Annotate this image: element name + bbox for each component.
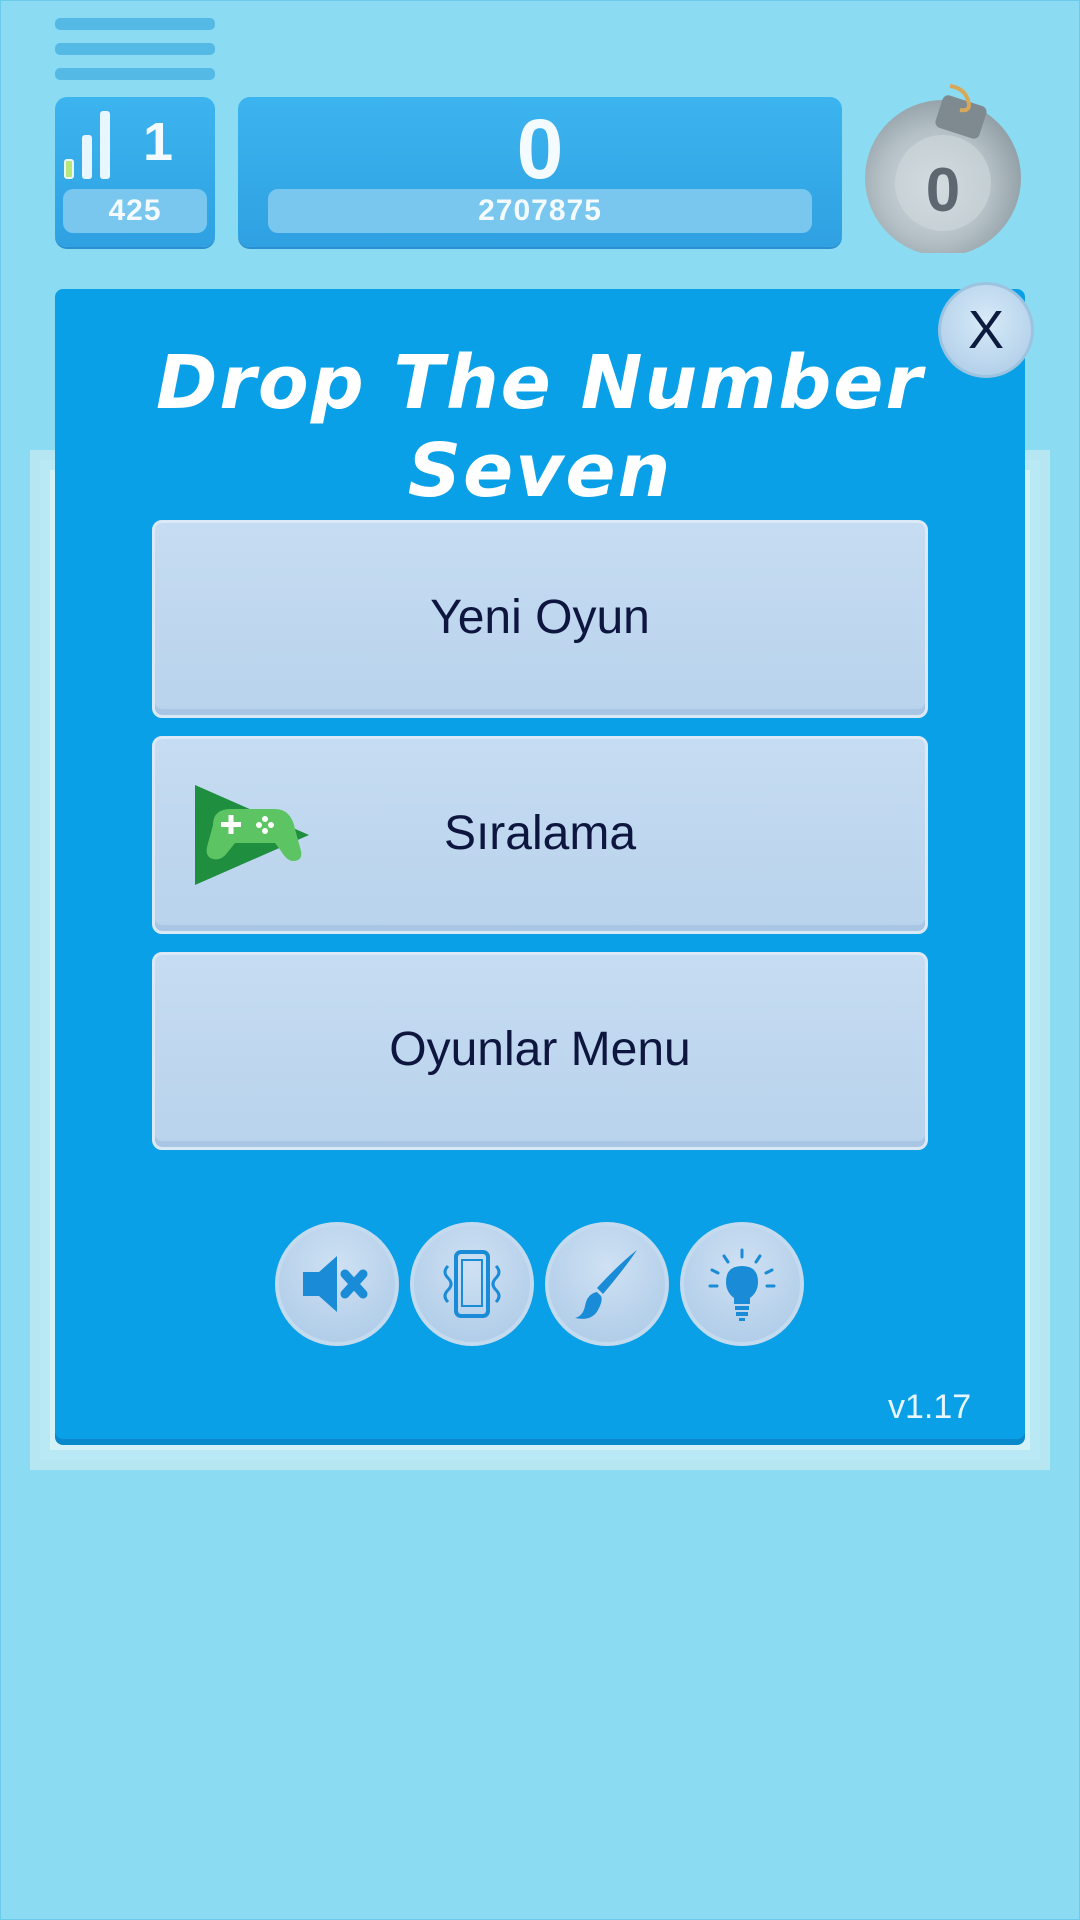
games-menu-label: Oyunlar Menu — [389, 1023, 691, 1076]
lightbulb-icon — [708, 1248, 776, 1321]
theme-button[interactable] — [545, 1222, 669, 1346]
hamburger-menu-icon[interactable] — [55, 18, 215, 82]
leaderboard-label: Sıralama — [443, 807, 637, 860]
game-title: Drop The Number Seven — [55, 339, 1025, 515]
vibration-icon — [443, 1250, 501, 1318]
score-panel: 0 2707875 — [238, 97, 842, 247]
sound-toggle-button[interactable] — [275, 1222, 399, 1346]
best-score: 2707875 — [268, 189, 812, 233]
leaderboard-button[interactable]: Sıralama — [152, 736, 928, 934]
version-label: v1.17 — [888, 1388, 972, 1426]
bomb-count: 0 — [925, 156, 961, 225]
game-title-line-2: Seven — [407, 428, 673, 514]
new-game-button[interactable]: Yeni Oyun — [152, 520, 928, 718]
new-game-label: Yeni Oyun — [430, 591, 650, 644]
game-title-line-1: Drop The Number — [156, 340, 924, 426]
bomb-button[interactable]: 0 — [860, 78, 1030, 256]
vibration-toggle-button[interactable] — [410, 1222, 534, 1346]
current-score: 0 — [516, 102, 564, 196]
level-bars-icon — [64, 111, 114, 179]
level-panel: 1 425 — [55, 97, 215, 247]
paint-brush-icon — [575, 1250, 637, 1319]
sound-muted-icon — [303, 1256, 368, 1312]
hint-button[interactable] — [680, 1222, 804, 1346]
level-progress: 425 — [63, 189, 207, 233]
close-button[interactable]: X — [938, 282, 1034, 378]
level-number: 1 — [143, 112, 174, 172]
games-menu-button[interactable]: Oyunlar Menu — [152, 952, 928, 1150]
